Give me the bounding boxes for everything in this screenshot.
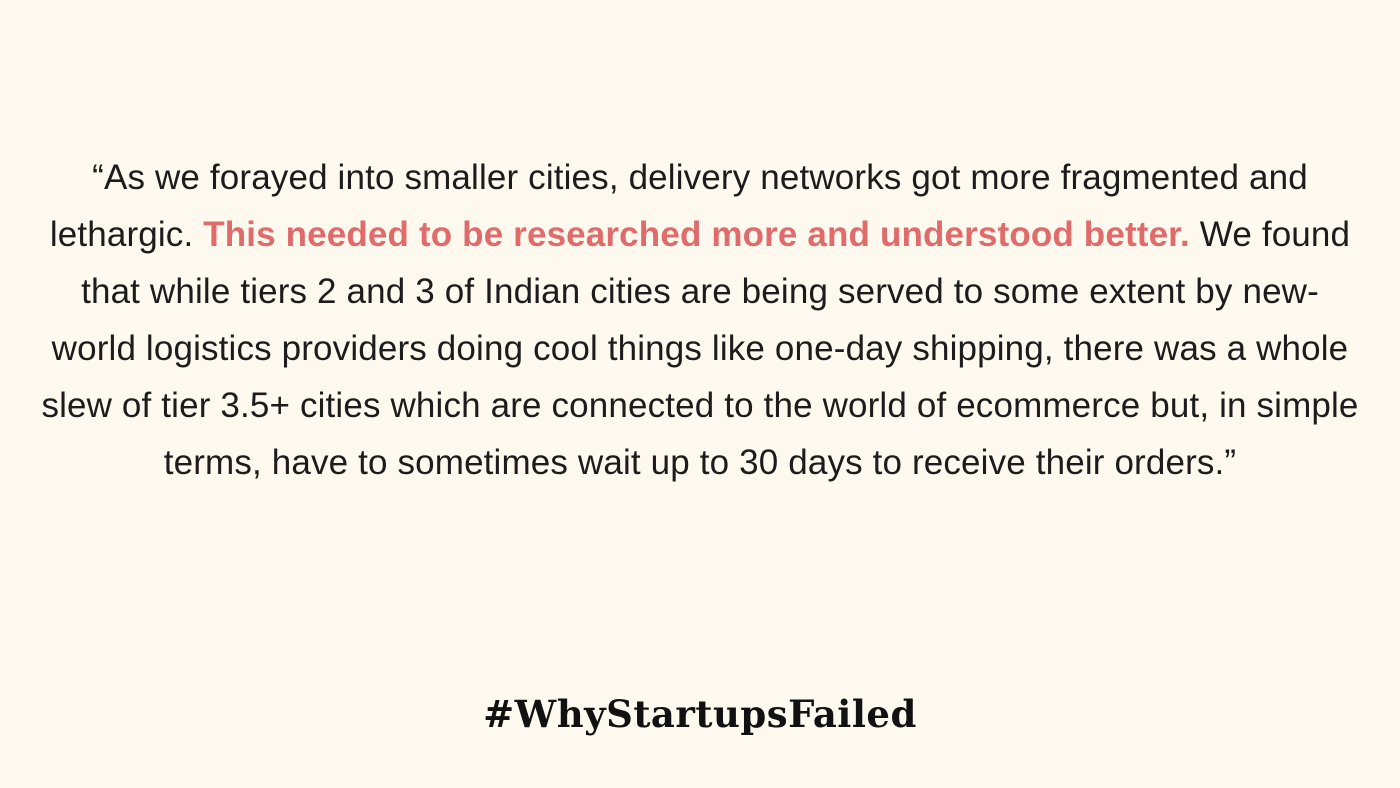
quote-text-end: We found that while tiers 2 and 3 of Ind… xyxy=(41,215,1359,482)
quote-block: “As we forayed into smaller cities, deli… xyxy=(40,149,1360,491)
hashtag: #WhyStartupsFailed xyxy=(483,692,917,736)
quote-highlight: This needed to be researched more and un… xyxy=(203,215,1190,254)
